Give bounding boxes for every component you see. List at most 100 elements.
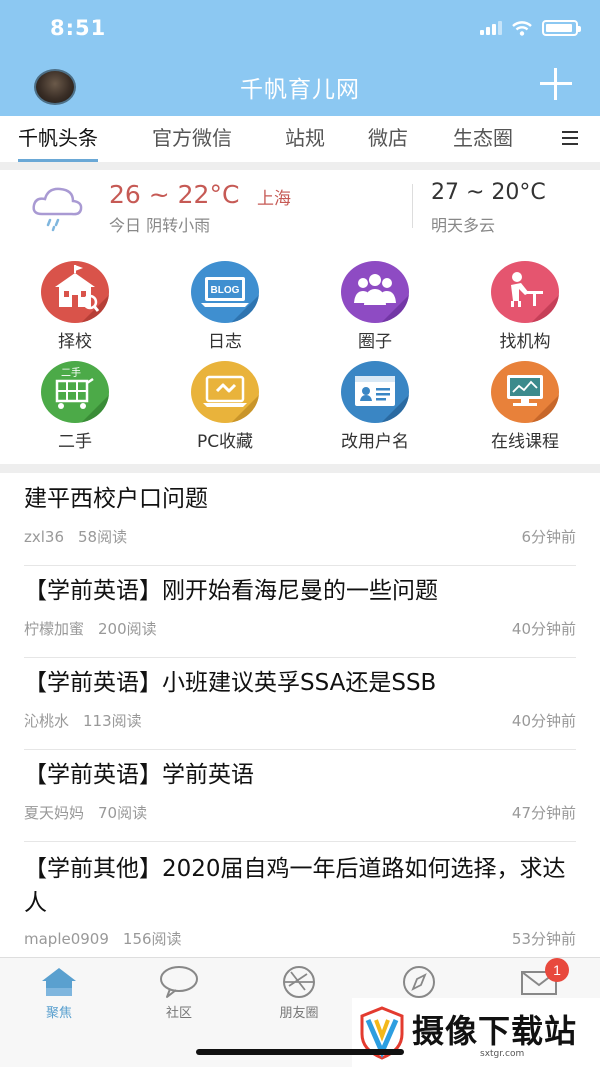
wifi-icon [512, 20, 532, 36]
feature-online-course[interactable]: 在线课程 [450, 361, 600, 452]
group-icon [341, 261, 409, 323]
signal-icon [480, 21, 502, 35]
feature-find-institution[interactable]: 找机构 [450, 261, 600, 352]
second-hand-icon: 二手 [41, 361, 109, 423]
tab-focus-label: 聚焦 [45, 1006, 72, 1021]
watermark-url: sxtgr.com [480, 1049, 525, 1059]
post-time: 40分钟前 [511, 620, 576, 638]
post-item[interactable]: 【学前英语】刚开始看海尼曼的一些问题 柠檬加蜜 200阅读 40分钟前 [24, 574, 576, 638]
post-time: 53分钟前 [511, 930, 576, 948]
post-item[interactable]: 建平西校户口问题 zxl36 58阅读 6分钟前 [24, 482, 576, 546]
post-time: 47分钟前 [511, 804, 576, 822]
app-title: 千帆育儿网 [240, 77, 360, 103]
post-meta: zxl36 58阅读 6分钟前 [24, 526, 576, 546]
rain-cloud-icon [32, 187, 83, 232]
blog-icon: BLOG [191, 261, 259, 323]
post-author: 沁桃水 [24, 712, 70, 730]
post-item[interactable]: 【学前英语】学前英语 夏天妈妈 70阅读 47分钟前 [24, 758, 576, 822]
tomorrow-temperature: 27 ~ 20°C [431, 180, 546, 205]
post-meta: 夏天妈妈 70阅读 47分钟前 [24, 802, 576, 822]
post-author: 夏天妈妈 [24, 804, 85, 822]
post-meta: 柠檬加蜜 200阅读 40分钟前 [24, 618, 576, 638]
tab-ecosystem[interactable]: 生态圈 [453, 116, 513, 162]
post-reads: 58阅读 [78, 528, 128, 546]
status-time: 8:51 [50, 16, 107, 40]
home-indicator[interactable] [196, 1049, 404, 1055]
tab-official-wechat[interactable]: 官方微信 [152, 116, 232, 162]
tab-moments-label: 朋友圈 [279, 1006, 319, 1021]
tab-moments[interactable]: 朋友圈 [254, 964, 344, 1021]
tab-community[interactable]: 社区 [134, 964, 224, 1021]
school-icon [41, 261, 109, 323]
today-weather-desc: 今日 阴转小雨 [109, 216, 211, 235]
tab-community-label: 社区 [165, 1006, 192, 1021]
post-reads: 200阅读 [98, 620, 157, 638]
feature-pc-favorite[interactable]: PC收藏 [150, 361, 300, 452]
post-item[interactable]: 【学前英语】小班建议英孚SSA还是SSB 沁桃水 113阅读 40分钟前 [24, 666, 576, 730]
post-time: 6分钟前 [521, 528, 576, 546]
post-meta: 沁桃水 113阅读 40分钟前 [24, 710, 576, 730]
channel-tabs: 千帆头条 官方微信 站规 微店 生态圈 [0, 116, 600, 162]
post-meta: maple0909 156阅读 53分钟前 [24, 928, 576, 948]
feature-find-institution-label: 找机构 [499, 332, 551, 352]
post-divider [24, 657, 576, 658]
feature-second-hand-label: 二手 [58, 432, 92, 452]
post-time: 40分钟前 [511, 712, 576, 730]
svg-text:二手: 二手 [61, 366, 81, 379]
tab-headlines[interactable]: 千帆头条 [18, 116, 98, 162]
chat-bubble-icon [157, 964, 201, 1000]
pc-favorite-icon [191, 361, 259, 423]
divider [0, 464, 600, 473]
post-title: 【学前英语】刚开始看海尼曼的一些问题 [24, 578, 438, 604]
id-card-icon [341, 361, 409, 423]
unread-badge: 1 [545, 958, 569, 982]
compass-icon [397, 964, 441, 1000]
tab-site-rules[interactable]: 站规 [285, 116, 325, 162]
tab-messages[interactable]: 1 [494, 958, 584, 1002]
feature-school-label: 择校 [58, 332, 92, 352]
post-divider [24, 565, 576, 566]
battery-icon [542, 20, 581, 36]
post-title: 【学前其他】2020届自鸡一年后道路如何选择，求达人 [24, 856, 566, 916]
post-title: 建平西校户口问题 [24, 486, 208, 512]
post-author: maple0909 [24, 930, 109, 948]
watermark: 摄像下载站 sxtgr.com [352, 998, 600, 1067]
menu-icon[interactable] [562, 131, 578, 145]
weather-divider [412, 184, 413, 228]
add-button[interactable] [538, 66, 574, 102]
feature-pc-favorite-label: PC收藏 [196, 432, 254, 452]
feature-groups-label: 圈子 [358, 332, 392, 352]
tomorrow-weather-desc: 明天多云 [431, 216, 496, 235]
svg-text:BLOG: BLOG [211, 285, 240, 296]
reader-icon [491, 261, 559, 323]
feature-rename-user-label: 改用户名 [341, 432, 409, 452]
weather-city: 上海 [257, 189, 291, 209]
today-temperature: 26 ~ 22°C [109, 180, 240, 209]
app-header: 8:51 千帆育儿网 [0, 0, 600, 116]
post-divider [24, 749, 576, 750]
feature-online-course-label: 在线课程 [491, 432, 559, 452]
home-icon [37, 964, 81, 1000]
mail-icon: 1 [517, 958, 569, 1000]
post-item[interactable]: 【学前其他】2020届自鸡一年后道路如何选择，求达人 maple0909 156阅… [24, 852, 576, 948]
post-reads: 113阅读 [83, 712, 142, 730]
feature-grid: 择校 BLOG 日志 圈子 找机构 二手 二手 PC收藏 改用户名 在线课程 [0, 258, 600, 464]
status-icons [480, 20, 581, 36]
post-author: 柠檬加蜜 [24, 620, 85, 638]
post-author: zxl36 [24, 528, 65, 546]
feature-groups[interactable]: 圈子 [300, 261, 450, 352]
tab-focus[interactable]: 聚焦 [14, 964, 104, 1021]
tab-micro-shop[interactable]: 微店 [368, 116, 408, 162]
tab-discover[interactable] [374, 964, 464, 1002]
feature-school[interactable]: 择校 [0, 261, 150, 352]
post-reads: 156阅读 [122, 930, 182, 948]
feature-blog-label: 日志 [208, 332, 242, 352]
feature-second-hand[interactable]: 二手 二手 [0, 361, 150, 452]
weather-panel[interactable]: 26 ~ 22°C 上海 今日 阴转小雨 27 ~ 20°C 明天多云 [0, 170, 600, 242]
feature-rename-user[interactable]: 改用户名 [300, 361, 450, 452]
post-reads: 70阅读 [98, 804, 148, 822]
post-title: 【学前英语】学前英语 [24, 762, 254, 788]
post-divider [24, 841, 576, 842]
feature-blog[interactable]: BLOG 日志 [150, 261, 300, 352]
post-title: 【学前英语】小班建议英孚SSA还是SSB [24, 670, 437, 696]
